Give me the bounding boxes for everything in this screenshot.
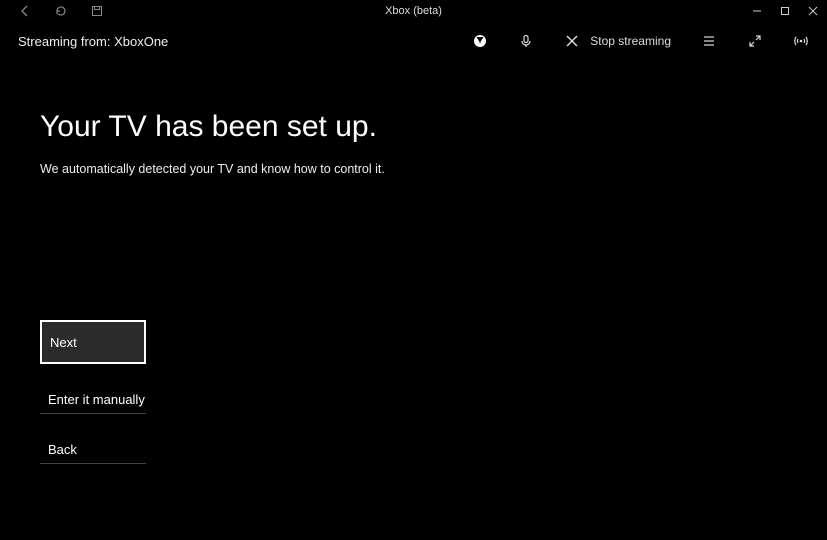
next-button[interactable]: Next	[40, 320, 146, 364]
stop-streaming-label: Stop streaming	[590, 34, 671, 48]
main-content: Your TV has been set up. We automaticall…	[0, 60, 827, 176]
list-icon[interactable]	[701, 33, 717, 49]
close-icon	[564, 33, 580, 49]
page-subtext: We automatically detected your TV and kn…	[40, 162, 827, 176]
subheader: Streaming from: XboxOne Stop streaming	[0, 22, 827, 60]
microphone-icon[interactable]	[518, 33, 534, 49]
save-icon[interactable]	[90, 4, 104, 18]
titlebar: Xbox (beta)	[0, 0, 827, 22]
streaming-from-label: Streaming from: XboxOne	[18, 34, 168, 49]
fullscreen-icon[interactable]	[747, 33, 763, 49]
back-button[interactable]: Back	[40, 434, 146, 464]
enter-manually-button[interactable]: Enter it manually	[40, 384, 146, 414]
maximize-button[interactable]	[771, 0, 799, 22]
close-button[interactable]	[799, 0, 827, 22]
subheader-actions: Stop streaming	[472, 33, 809, 49]
page-heading: Your TV has been set up.	[40, 110, 827, 144]
window-title: Xbox (beta)	[385, 5, 442, 17]
action-buttons: Next Enter it manually Back	[40, 320, 146, 464]
titlebar-left	[0, 4, 104, 18]
broadcast-icon[interactable]	[793, 33, 809, 49]
xbox-icon[interactable]	[472, 33, 488, 49]
window-controls	[743, 0, 827, 22]
stop-streaming-button[interactable]: Stop streaming	[564, 33, 671, 49]
refresh-icon[interactable]	[54, 4, 68, 18]
back-arrow-icon[interactable]	[18, 4, 32, 18]
minimize-button[interactable]	[743, 0, 771, 22]
